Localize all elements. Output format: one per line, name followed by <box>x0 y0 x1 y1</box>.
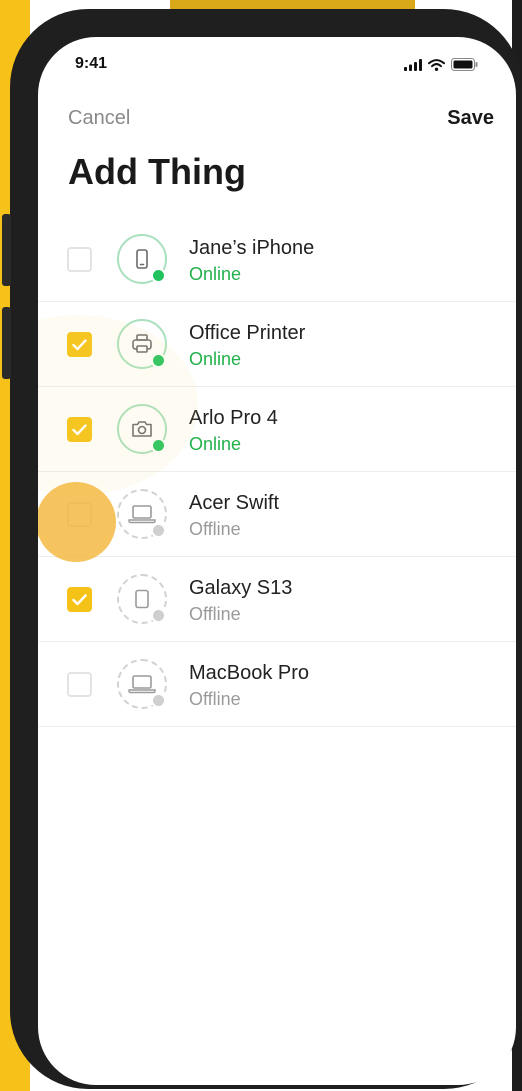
cancel-button[interactable]: Cancel <box>68 107 130 130</box>
device-checkbox[interactable] <box>67 587 92 612</box>
camera-icon <box>132 421 152 437</box>
device-name: Jane’s iPhone <box>189 237 315 259</box>
device-row[interactable]: Acer Swift Offline <box>38 472 516 557</box>
device-status: Online <box>189 349 242 369</box>
status-dot <box>151 608 166 623</box>
save-button[interactable]: Save <box>447 107 494 130</box>
device-row[interactable]: Galaxy S13 Offline <box>38 557 516 642</box>
phone-frame: 9:41 Cancel Save Add Thing Jane’s iPhone… <box>2 9 522 1089</box>
device-icon-badge <box>117 234 167 284</box>
checkmark-icon <box>72 338 87 350</box>
status-icons <box>404 58 478 76</box>
device-checkbox[interactable] <box>67 672 92 697</box>
checkmark-icon <box>72 593 87 605</box>
checkmark-icon <box>72 423 87 435</box>
device-row[interactable]: Arlo Pro 4 Online <box>38 387 516 472</box>
device-name: Acer Swift <box>189 492 280 514</box>
device-status: Offline <box>189 689 241 709</box>
device-icon-badge <box>117 659 167 709</box>
tablet-icon <box>135 589 149 609</box>
device-status: Offline <box>189 604 241 624</box>
phone-screen: 9:41 Cancel Save Add Thing Jane’s iPhone… <box>38 37 516 1085</box>
battery-icon <box>451 58 478 76</box>
device-checkbox[interactable] <box>67 502 92 527</box>
device-status: Online <box>189 434 242 454</box>
device-status: Offline <box>189 519 241 539</box>
laptop-icon <box>128 675 156 694</box>
device-name: Office Printer <box>189 322 306 344</box>
device-name: MacBook Pro <box>189 662 310 684</box>
wifi-icon <box>428 58 445 76</box>
device-icon-badge <box>117 489 167 539</box>
device-checkbox[interactable] <box>67 417 92 442</box>
device-checkbox[interactable] <box>67 332 92 357</box>
status-dot <box>151 693 166 708</box>
signal-icon <box>404 58 422 76</box>
device-name: Galaxy S13 <box>189 577 293 599</box>
volume-up-button <box>2 214 11 286</box>
page-title: Add Thing <box>68 151 246 192</box>
device-icon-badge <box>117 319 167 369</box>
status-dot <box>151 438 166 453</box>
device-icon-badge <box>117 574 167 624</box>
printer-icon <box>132 334 152 353</box>
device-row[interactable]: MacBook Pro Offline <box>38 642 516 727</box>
device-name: Arlo Pro 4 <box>189 407 278 429</box>
status-dot <box>151 523 166 538</box>
status-time: 9:41 <box>75 55 108 72</box>
volume-down-button <box>2 307 11 379</box>
phone-icon <box>136 249 148 269</box>
device-status: Online <box>189 264 242 284</box>
device-row[interactable]: Jane’s iPhone Online <box>38 217 516 302</box>
status-dot <box>151 353 166 368</box>
laptop-icon <box>128 505 156 524</box>
device-list: Jane’s iPhone Online Office Printer Onli… <box>38 217 516 727</box>
status-dot <box>151 268 166 283</box>
device-row[interactable]: Office Printer Online <box>38 302 516 387</box>
device-checkbox[interactable] <box>67 247 92 272</box>
device-icon-badge <box>117 404 167 454</box>
